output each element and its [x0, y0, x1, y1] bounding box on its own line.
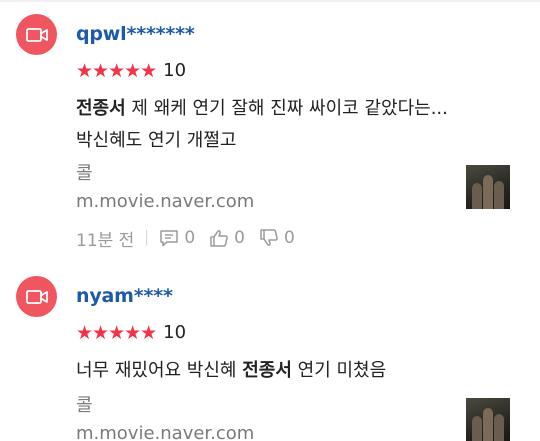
user-avatar[interactable]: [16, 14, 57, 55]
review-line-text: 박신혜도 연기 개쩔고: [76, 130, 237, 151]
username[interactable]: nyam****: [76, 284, 173, 308]
like-count: 0: [234, 228, 245, 248]
star-rating-icon: ★★★★★: [76, 322, 157, 344]
star-rating-icon: ★★★★★: [76, 60, 157, 82]
review-line-text: 너무 재밌어요 박신혜: [76, 360, 243, 381]
source-link[interactable]: 콜 m.movie.naver.com: [76, 160, 456, 216]
review-feed: qpwl******* ★★★★★ 10 전종서 제 왜케 연기 잘해 진짜 싸…: [0, 0, 540, 441]
rating: ★★★★★ 10: [76, 322, 186, 344]
review-line: 전종서 제 왜케 연기 잘해 진짜 싸이코 같았다는...: [76, 93, 516, 125]
comment-count: 0: [184, 228, 196, 248]
timestamp: 11분 전: [76, 230, 135, 251]
source-title: 콜: [76, 163, 93, 184]
thumbs-down-icon: [260, 229, 278, 246]
source-url: m.movie.naver.com: [76, 191, 255, 212]
rating: ★★★★★ 10: [76, 60, 186, 82]
rating-score: 10: [163, 60, 187, 81]
review-line: 너무 재밌어요 박신혜 전종서 연기 미쳤음: [76, 355, 516, 387]
review-line-text: 연기 미쳤음: [291, 360, 387, 381]
highlight-keyword: 전종서: [76, 98, 126, 119]
review-line-text: 제 왜케 연기 잘해 진짜 싸이코 같았다는...: [125, 98, 448, 119]
movie-poster-thumbnail[interactable]: [466, 165, 510, 209]
video-camera-icon: [25, 27, 48, 42]
comment-button[interactable]: 0: [159, 228, 195, 248]
review-line: 박신혜도 연기 개쩔고: [76, 125, 516, 157]
like-button[interactable]: 0: [209, 228, 245, 248]
comment-icon: [160, 230, 179, 247]
thumbs-up-icon: [210, 230, 228, 247]
source-title: 콜: [76, 395, 93, 416]
rating-score: 10: [163, 322, 187, 343]
review-meta: 11분 전 0 0 0: [76, 226, 295, 251]
movie-poster-thumbnail[interactable]: [466, 398, 510, 441]
review-text: 전종서 제 왜케 연기 잘해 진짜 싸이코 같았다는... 박신혜도 연기 개쩔…: [76, 93, 516, 157]
divider: [0, 0, 540, 2]
dislike-count: 0: [283, 228, 295, 248]
username[interactable]: qpwl*******: [76, 22, 195, 46]
source-url: m.movie.naver.com: [76, 423, 255, 441]
user-avatar[interactable]: [16, 276, 57, 317]
divider: [146, 230, 148, 246]
dislike-button[interactable]: 0: [259, 228, 295, 248]
video-camera-icon: [25, 289, 48, 304]
source-link[interactable]: 콜 m.movie.naver.com: [76, 392, 456, 441]
review-text: 너무 재밌어요 박신혜 전종서 연기 미쳤음: [76, 355, 516, 387]
highlight-keyword: 전종서: [242, 360, 292, 381]
